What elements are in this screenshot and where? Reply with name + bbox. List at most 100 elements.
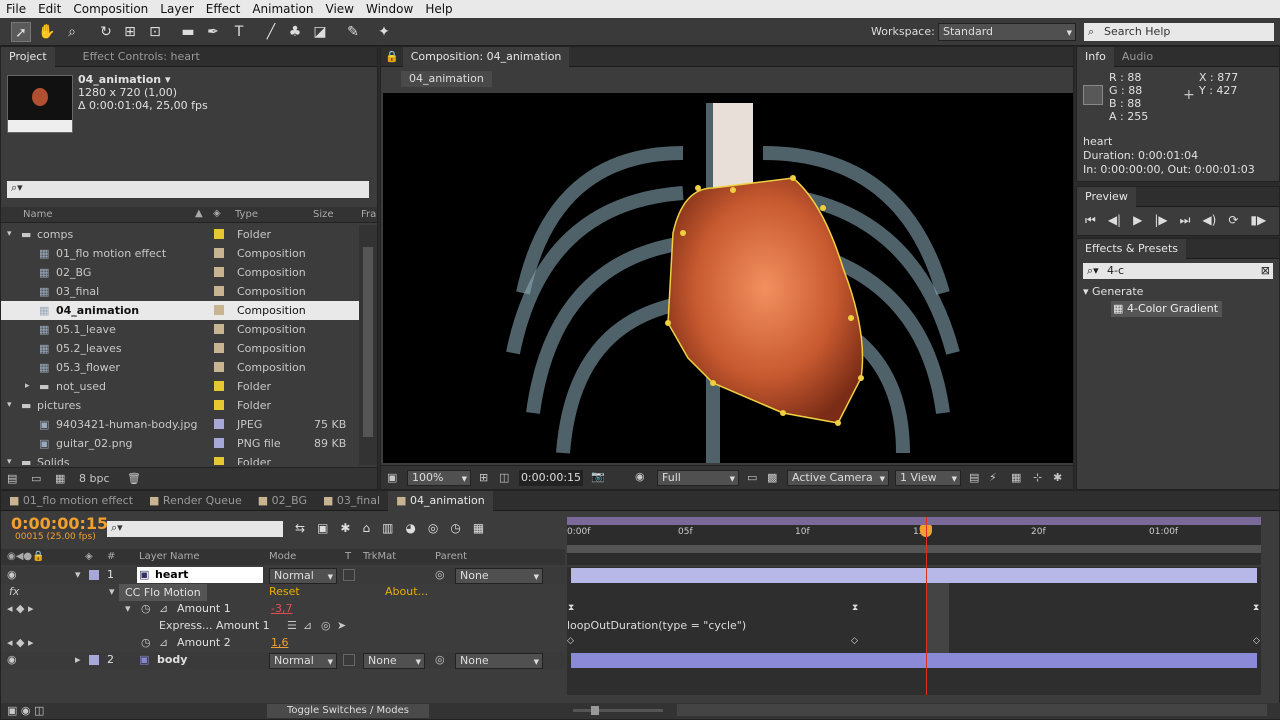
comp-timecode[interactable]: 0:00:00:15 (519, 470, 583, 486)
timeline-footer-icons[interactable]: ▣ ◉ ◫ (7, 704, 44, 717)
keyframe-marker[interactable]: ⧗ (1253, 603, 1259, 613)
text-tool-icon[interactable]: T (229, 22, 249, 42)
preserve-transparency-checkbox[interactable] (343, 569, 355, 581)
clone-stamp-tool-icon[interactable]: ♣ (285, 22, 305, 42)
keyframe-marker[interactable]: ◇ (851, 636, 858, 646)
label-color-swatch[interactable] (214, 457, 224, 465)
project-item[interactable]: ▾ ▬ Solids Folder (1, 453, 359, 465)
tab-info[interactable]: Info (1077, 46, 1114, 67)
resolution-select[interactable]: Full (657, 470, 739, 486)
expand-arrow-icon[interactable]: ▾ (109, 585, 115, 598)
clear-search-icon[interactable]: ⊠ (1261, 263, 1270, 279)
menu-animation[interactable]: Animation (246, 2, 319, 16)
twirl-arrow-icon[interactable]: ▾ (7, 225, 12, 244)
snapshot-icon[interactable]: 📷 (591, 470, 605, 483)
project-item[interactable]: ▦ 01_flo motion effect Composition (1, 244, 359, 263)
safe-zones-icon[interactable]: ⊞ (479, 471, 488, 484)
eraser-tool-icon[interactable]: ◪ (310, 22, 330, 42)
tab-effects-presets[interactable]: Effects & Presets (1077, 238, 1186, 259)
effects-search-input[interactable]: ⌕▾ 4-c ⊠ (1083, 263, 1273, 279)
label-color-swatch[interactable] (214, 381, 224, 391)
color-channels-icon[interactable]: ◉ (635, 470, 645, 483)
first-frame-icon[interactable]: ⏮ (1085, 213, 1096, 228)
tab-preview[interactable]: Preview (1077, 186, 1136, 207)
reset-link[interactable]: Reset (269, 585, 300, 598)
project-item[interactable]: ▾ ▬ comps Folder (1, 225, 359, 244)
layer-bar-body[interactable] (571, 653, 1257, 668)
keyframe-marker[interactable]: ◇ (567, 636, 574, 646)
project-item[interactable]: ▦ 02_BG Composition (1, 263, 359, 282)
layer-trkmat-select[interactable]: None (363, 653, 425, 669)
col-mode[interactable]: Mode (269, 551, 296, 562)
comp-viewport[interactable] (383, 93, 1073, 463)
stopwatch-icon[interactable]: ◷ (141, 602, 151, 615)
amount1-value[interactable]: -3,7 (271, 602, 292, 615)
transparency-grid-icon[interactable]: ▩ (767, 471, 777, 484)
col-type[interactable]: Type (235, 209, 258, 220)
shy-layers-icon[interactable]: ⌂ (362, 521, 370, 535)
auto-keyframe-icon[interactable]: ◷ (450, 521, 460, 535)
menu-edit[interactable]: Edit (32, 2, 67, 16)
layer-mode-select[interactable]: Normal (269, 568, 337, 584)
menu-file[interactable]: File (0, 2, 32, 16)
last-frame-icon[interactable]: ⏭ (1180, 213, 1191, 228)
expression-language-menu-icon[interactable]: ➤ (337, 619, 346, 632)
live-update-icon[interactable]: ▣ (317, 521, 328, 535)
twirl-arrow-icon[interactable]: ▾ (7, 396, 12, 415)
project-search-input[interactable]: ⌕▾ (7, 181, 369, 198)
time-navigator[interactable] (567, 545, 1261, 553)
stopwatch-icon[interactable]: ◷ (141, 636, 151, 649)
label-color-swatch[interactable] (214, 362, 224, 372)
label-color-swatch[interactable] (214, 343, 224, 353)
region-of-interest-icon[interactable]: ▭ (747, 471, 757, 484)
pickwhip-icon[interactable]: ◎ (435, 653, 445, 666)
label-color-swatch[interactable] (89, 570, 99, 580)
keyframe-nav-icon[interactable]: ◂ ◆ ▸ (7, 602, 34, 615)
visibility-eye-icon[interactable]: ◉ (7, 568, 17, 581)
timeline-icon[interactable]: ▦ (1011, 471, 1021, 484)
views-select[interactable]: 1 View (895, 470, 961, 486)
col-name[interactable]: Name (23, 209, 53, 220)
expression-pickwhip-icon[interactable]: ◎ (321, 619, 331, 632)
bpc-label[interactable]: 8 bpc (79, 472, 110, 485)
comp-mini-flowchart-icon[interactable]: ⇆ (295, 521, 305, 535)
col-framerate[interactable]: Fra (361, 209, 376, 220)
brush-tool-icon[interactable]: ╱ (261, 22, 281, 42)
interpret-footage-icon[interactable]: ▤ (7, 472, 17, 485)
camera-select[interactable]: Active Camera (787, 470, 889, 486)
search-help-input[interactable]: ⌕ Search Help (1084, 23, 1274, 41)
hand-tool-icon[interactable]: ✋ (37, 22, 57, 42)
zoom-select[interactable]: 100% (407, 470, 471, 486)
new-comp-icon[interactable]: ▦ (55, 472, 65, 485)
label-color-swatch[interactable] (89, 655, 99, 665)
col-trkmat[interactable]: TrkMat (363, 551, 396, 562)
trash-icon[interactable]: 🗑 (127, 472, 141, 485)
timeline-tab[interactable]: ■ 02_BG (250, 491, 315, 511)
play-icon[interactable]: ▶ (1133, 213, 1142, 228)
zoom-tool-icon[interactable]: ⌕ (62, 22, 82, 42)
visibility-eye-icon[interactable]: ◉ (7, 653, 17, 666)
timeline-tab[interactable]: ■ Render Queue (141, 491, 250, 511)
project-scrollbar[interactable] (359, 225, 377, 465)
label-color-swatch[interactable] (214, 400, 224, 410)
frame-blending-icon[interactable]: ▥ (382, 521, 393, 535)
label-color-swatch[interactable] (214, 286, 224, 296)
new-folder-icon[interactable]: ▭ (31, 472, 41, 485)
fx-icon[interactable]: fx (9, 585, 19, 598)
project-item[interactable]: ▦ 05.2_leaves Composition (1, 339, 359, 358)
roto-brush-tool-icon[interactable]: ✎ (343, 22, 363, 42)
layer-name-field[interactable]: ▣ heart (137, 567, 263, 583)
label-color-swatch[interactable] (214, 438, 224, 448)
label-color-swatch[interactable] (214, 324, 224, 334)
label-color-swatch[interactable] (214, 229, 224, 239)
project-item[interactable]: ▦ 05.1_leave Composition (1, 320, 359, 339)
menu-composition[interactable]: Composition (67, 2, 154, 16)
layer-bar-heart[interactable] (571, 568, 1257, 583)
col-parent[interactable]: Parent (435, 551, 467, 562)
layer-row-heart[interactable]: ◉ ▾ 1 ▣ heart Normal ◎ None (1, 567, 565, 584)
twirl-arrow-icon[interactable]: ▸ (25, 377, 30, 396)
next-frame-icon[interactable]: |▶ (1154, 213, 1167, 228)
zoom-slider[interactable] (573, 706, 663, 715)
loop-icon[interactable]: ⟳ (1228, 213, 1238, 228)
col-layer-name[interactable]: Layer Name (139, 551, 200, 562)
